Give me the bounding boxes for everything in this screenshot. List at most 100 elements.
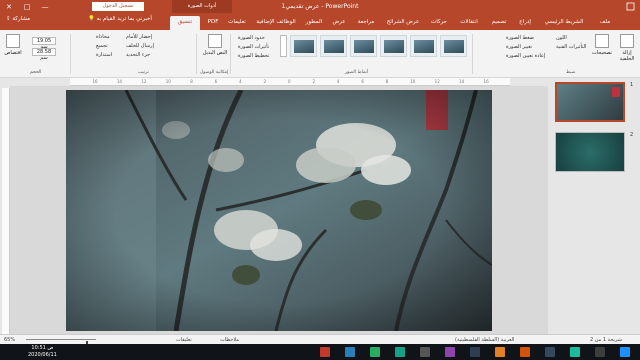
bring-forward-button[interactable]: إحضار للأمام	[126, 34, 152, 40]
vertical-ruler	[2, 88, 10, 334]
windows-start-icon[interactable]	[620, 347, 630, 357]
app-icon[interactable]	[445, 347, 455, 357]
send-backward-button[interactable]: إرسال للخلف	[126, 43, 154, 49]
powerpoint-taskbar-icon[interactable]	[520, 347, 530, 357]
crop-button[interactable]: اقتصاص	[2, 34, 24, 64]
picture-effects-button[interactable]: تأثيرات الصورة	[238, 44, 269, 50]
title-bar: ✕ □ — تسجيل الدخول أدوات الصورة عرض تقدي…	[0, 0, 640, 13]
arrange-group-label: ترتيب	[138, 70, 149, 75]
close-button[interactable]: ✕	[0, 0, 18, 13]
tab-addins[interactable]: الوظائف الإضافية	[252, 16, 300, 30]
slide-thumbnails-pane: 1 2	[548, 78, 640, 334]
taskbar-clock[interactable]: 10:51 ص 2020/06/11	[28, 345, 57, 359]
slide-picture[interactable]	[66, 90, 492, 331]
ruler-tick-label: 16	[92, 79, 98, 84]
tab-transitions[interactable]: انتقالات	[454, 16, 484, 30]
maximize-icon: □	[23, 2, 31, 11]
group-button[interactable]: تجميع	[96, 43, 108, 49]
tab-format[interactable]: تنسيق	[170, 16, 200, 30]
share-label: مشاركة	[12, 16, 31, 22]
picture-style-5[interactable]	[410, 35, 437, 57]
slide-counter: شريحة 1 من 2	[590, 337, 622, 343]
minimize-icon: —	[41, 2, 49, 11]
tab-animations[interactable]: حركات	[426, 16, 452, 30]
notes-button[interactable]: ملاحظات	[220, 337, 239, 343]
selection-pane-button[interactable]: جزء التحديد	[126, 52, 150, 58]
app-icon[interactable]	[495, 347, 505, 357]
app-icon[interactable]	[420, 347, 430, 357]
file-explorer-icon[interactable]	[545, 347, 555, 357]
rotate-button[interactable]: استدارة	[96, 52, 112, 58]
separator	[472, 34, 473, 74]
tab-help[interactable]: تعليمات	[224, 16, 250, 30]
excel-icon[interactable]	[370, 347, 380, 357]
maximize-button[interactable]: □	[18, 0, 36, 13]
slide-thumbnail-2[interactable]	[555, 132, 625, 172]
app-icon[interactable]	[395, 347, 405, 357]
picture-border-button[interactable]: حدود الصورة	[238, 35, 265, 41]
alt-text-label: النص البديل	[202, 50, 228, 56]
ruler-tick-label: 8	[385, 79, 389, 84]
separator	[196, 34, 197, 74]
media-app-icon[interactable]	[345, 347, 355, 357]
tab-slideshow[interactable]: عرض الشرائح	[382, 16, 424, 30]
tab-file[interactable]: ملف	[594, 16, 616, 30]
tab-insert[interactable]: إدراج	[514, 16, 536, 30]
ruler-tick-label: 14	[116, 79, 122, 84]
color-button[interactable]: اللون	[556, 35, 567, 41]
tab-developer[interactable]: المطور	[302, 16, 326, 30]
flower-photo	[66, 90, 492, 331]
ruler-tick-label: 12	[434, 79, 440, 84]
tell-me-box[interactable]: 💡 أخبرني بما تريد القيام به	[88, 16, 152, 22]
separator	[70, 34, 71, 74]
save-icon[interactable]	[624, 2, 636, 11]
close-icon: ✕	[6, 2, 12, 11]
tab-pdf[interactable]: PDF	[204, 16, 222, 30]
adjust-group-label: ضبط	[566, 70, 576, 75]
height-field[interactable]: 19.05 سم	[32, 37, 56, 50]
share-button[interactable]: ⇪ مشاركة	[6, 16, 30, 22]
compress-button[interactable]: ضغط الصورة	[506, 35, 534, 41]
remove-background-button[interactable]: إزالة الخلفية	[616, 34, 638, 64]
tab-home[interactable]: الشريط الرئيسي	[538, 16, 590, 30]
zoom-slider[interactable]	[26, 339, 96, 346]
ruler-tick-label: 8	[190, 79, 193, 84]
zoom-level[interactable]: 65%	[4, 337, 15, 343]
corrections-label: تصحيحات	[592, 50, 612, 56]
minimize-button[interactable]: —	[36, 0, 54, 13]
picture-style-3[interactable]	[350, 35, 377, 57]
app-icon[interactable]	[470, 347, 480, 357]
corrections-button[interactable]: تصحيحات	[592, 34, 612, 64]
app-icon[interactable]	[570, 347, 580, 357]
width-field[interactable]: 28.58 سم	[32, 48, 56, 61]
picture-style-2[interactable]	[320, 35, 347, 57]
comments-button[interactable]: تعليقات	[176, 337, 192, 343]
picture-layout-button[interactable]: تخطيط الصورة	[238, 53, 269, 59]
change-picture-button[interactable]: تغيير الصورة	[506, 44, 532, 50]
tab-design[interactable]: تصميم	[486, 16, 512, 30]
search-icon[interactable]	[595, 347, 605, 357]
picture-styles-group-label: أنماط الصور	[345, 70, 369, 75]
separator	[230, 34, 231, 74]
styles-gallery-scroll[interactable]	[280, 35, 287, 57]
ruler-tick-label: 4	[336, 79, 340, 84]
ruler-tick-label: 6	[361, 79, 364, 84]
artistic-effects-button[interactable]: التأثيرات الفنية	[556, 44, 586, 50]
slide-thumbnail-1[interactable]	[555, 82, 625, 122]
alt-text-button[interactable]: النص البديل	[202, 34, 228, 64]
remove-background-label: إزالة الخلفية	[619, 50, 635, 62]
size-group-label: الحجم	[30, 70, 42, 75]
recording-app-icon[interactable]	[320, 347, 330, 357]
tab-view[interactable]: عرض	[328, 16, 350, 30]
align-button[interactable]: محاذاة	[96, 34, 110, 40]
ribbon: اقتصاص 19.05 سم 28.58 سم الحجم محاذاة تج…	[0, 30, 640, 78]
windows-taskbar: 10:51 ص 2020/06/11	[0, 344, 640, 360]
picture-style-6[interactable]	[440, 35, 467, 57]
sign-in-button[interactable]: تسجيل الدخول	[92, 2, 144, 11]
ruler-tick-label: 10	[165, 79, 171, 84]
tab-review[interactable]: مراجعة	[352, 16, 380, 30]
picture-style-1[interactable]	[290, 35, 317, 57]
reset-picture-button[interactable]: إعادة تعيين الصورة	[506, 53, 545, 59]
ruler-tick-label: 2	[263, 79, 267, 84]
picture-style-4[interactable]	[380, 35, 407, 57]
